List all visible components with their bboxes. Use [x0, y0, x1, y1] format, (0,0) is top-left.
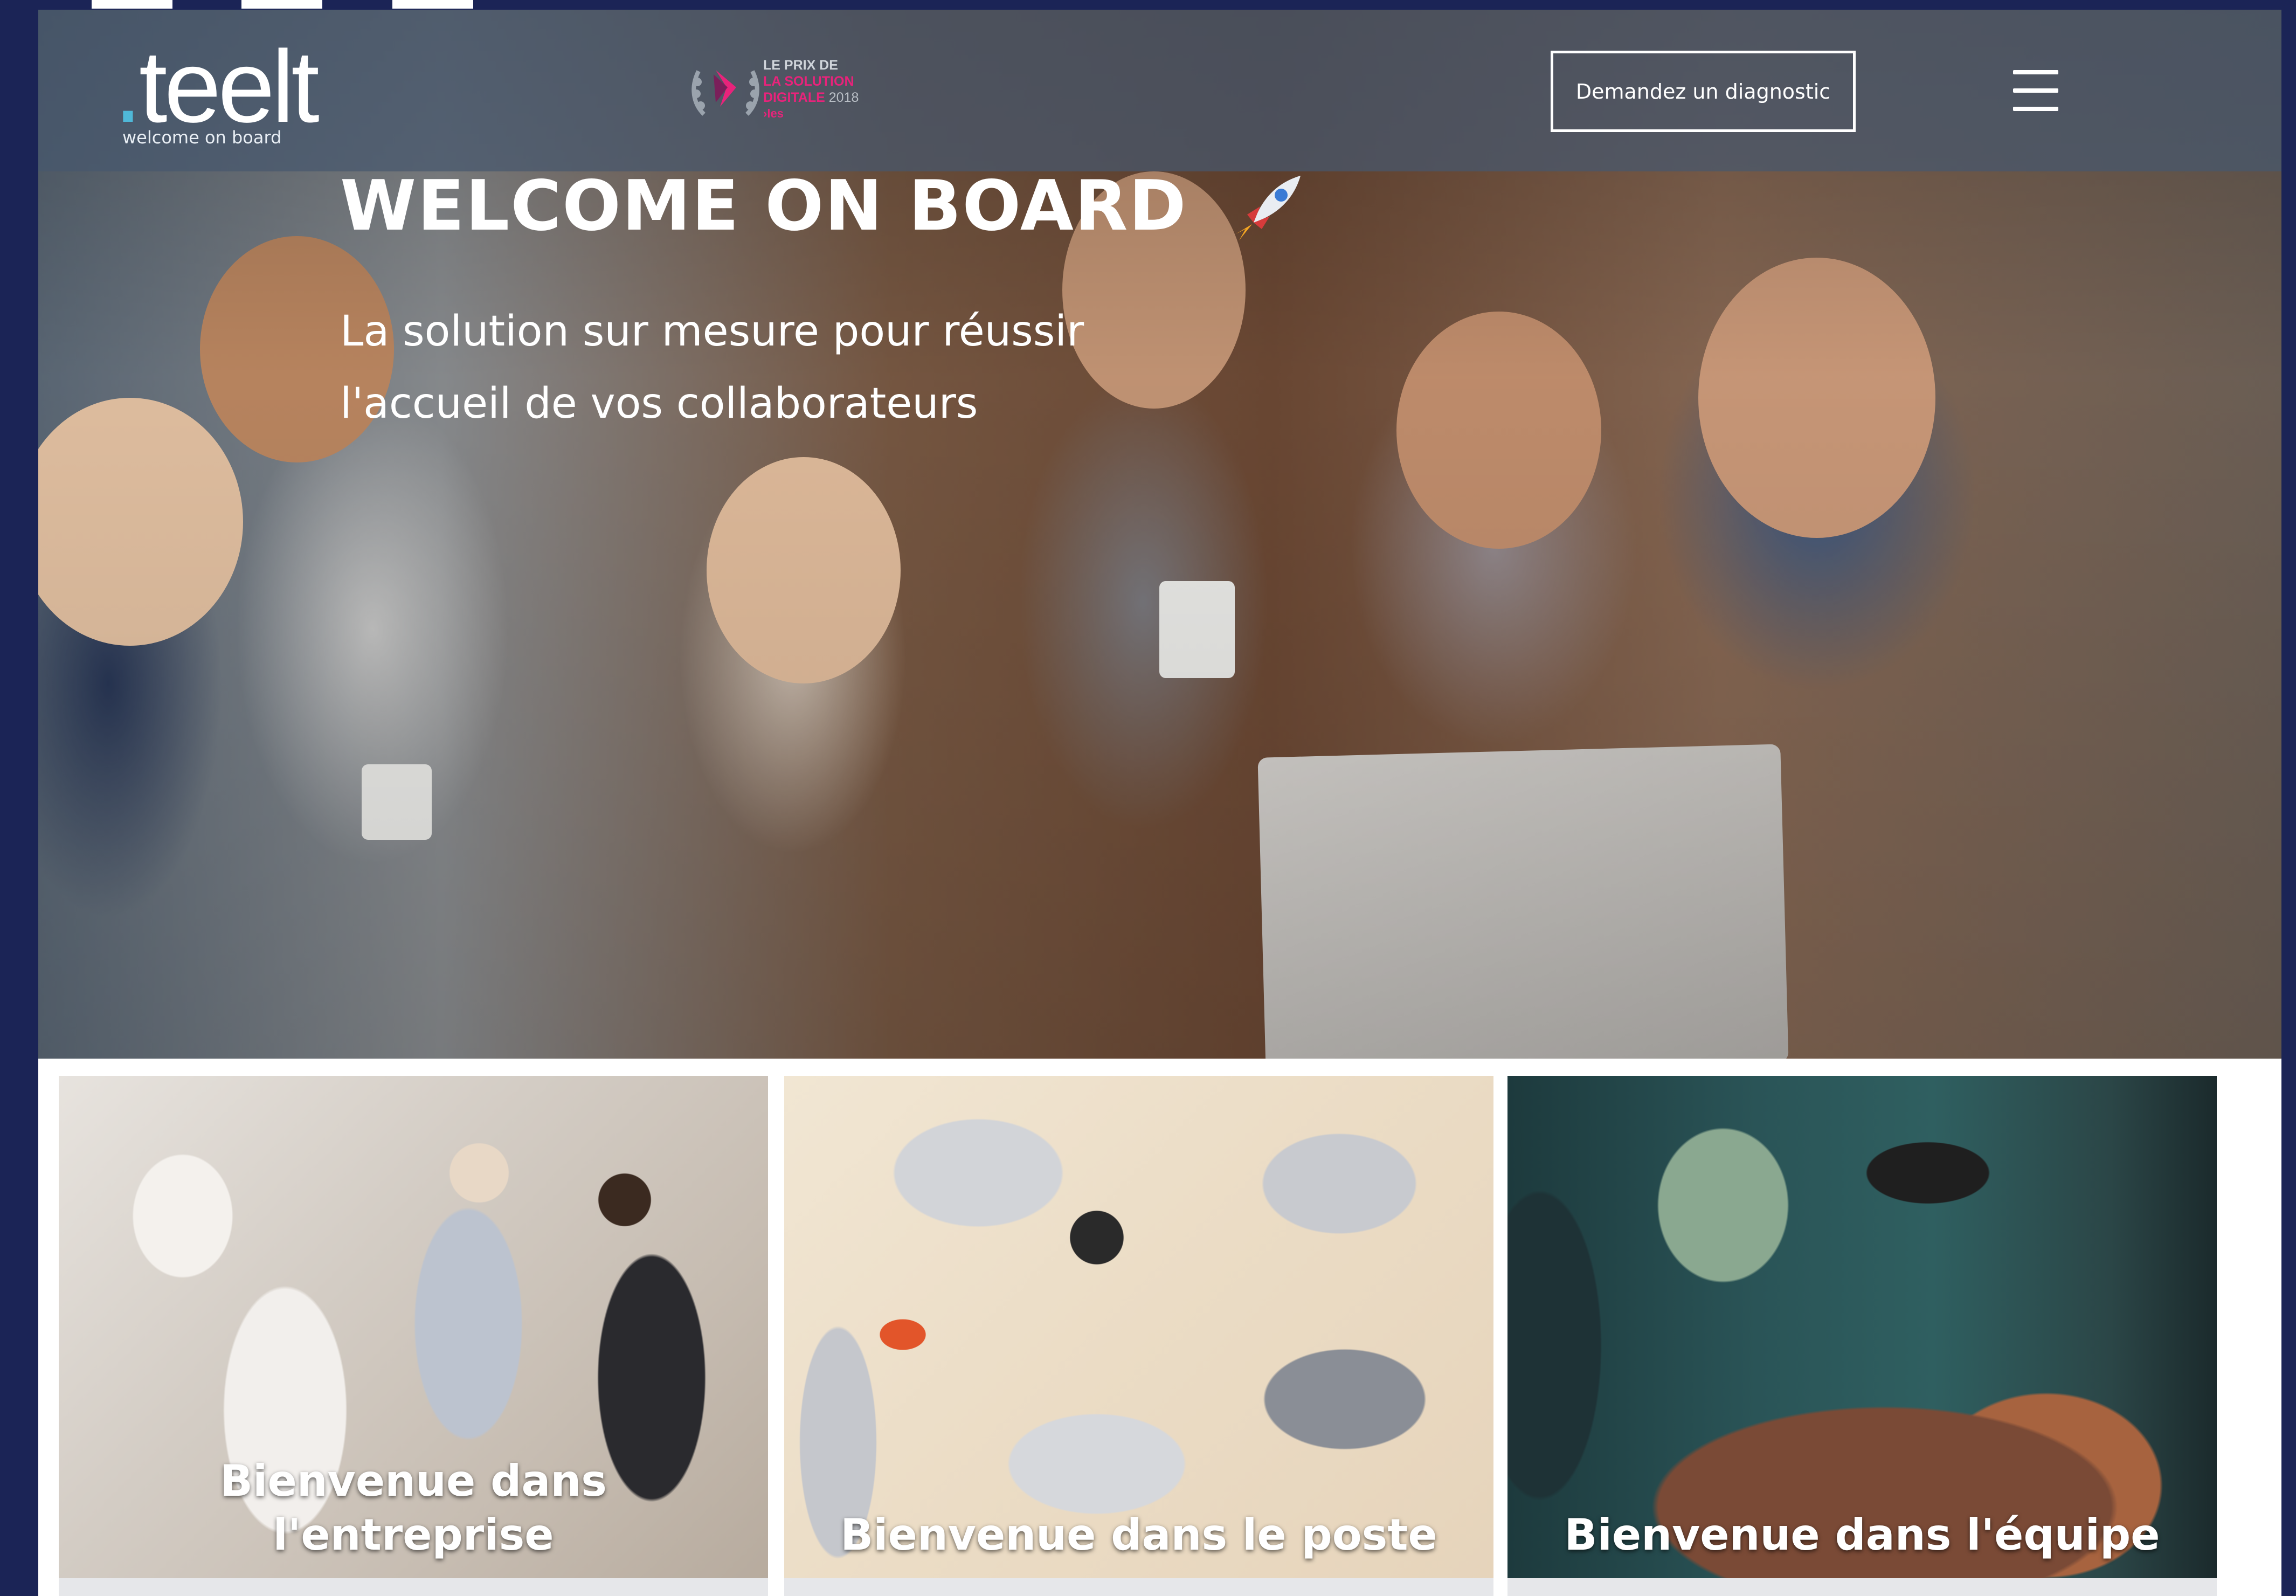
teelt-logo[interactable]: .teelt welcome on board: [114, 36, 320, 154]
card-photo-desk-laptops: [784, 1076, 1493, 1578]
hero-title: WELCOME ON BOARD: [340, 166, 1187, 246]
top-frame-edge: [0, 0, 2296, 10]
card-footer-strip: [784, 1578, 1493, 1596]
award-badge: LE PRIX DE LA SOLUTION DIGITALE 2018 ›le…: [682, 53, 898, 139]
welcome-cards: Bienvenue dans l'entreprise Bienvenue da…: [38, 1059, 2281, 1596]
hero-subtitle: La solution sur mesure pour réussir l'ac…: [340, 307, 1084, 428]
demand-diagnostic-button[interactable]: Demandez un diagnostic: [1551, 51, 1856, 132]
logo-wordmark: .teelt: [114, 30, 320, 144]
award-text: LE PRIX DE LA SOLUTION DIGITALE 2018 ›le…: [763, 58, 859, 120]
laurel-trophy-icon: [691, 70, 759, 116]
card-title: Bienvenue dans l'équipe: [1564, 1510, 2160, 1560]
card-bienvenue-equipe[interactable]: Bienvenue dans l'équipe: [1507, 1076, 2217, 1578]
card-bienvenue-entreprise[interactable]: Bienvenue dans l'entreprise: [59, 1076, 768, 1578]
card-title: Bienvenue dans l'entreprise: [220, 1456, 607, 1560]
hamburger-menu-icon[interactable]: [2013, 70, 2058, 111]
card-footer-strip: [59, 1578, 768, 1596]
frame-tab-marker: [392, 0, 473, 9]
card-footer-strip: [1507, 1578, 2217, 1596]
site-header: .teelt welcome on board LE PRIX DE LA SO…: [38, 10, 2281, 171]
hero-banner: .teelt welcome on board LE PRIX DE LA SO…: [38, 10, 2281, 1059]
web-page: .teelt welcome on board LE PRIX DE LA SO…: [38, 10, 2281, 1596]
card-title: Bienvenue dans le poste: [840, 1510, 1437, 1560]
card-photo-team-dinner: [1507, 1076, 2217, 1578]
frame-tab-marker: [92, 0, 172, 9]
logo-tagline: welcome on board: [122, 127, 282, 148]
frame-tab-marker: [241, 0, 322, 9]
card-bienvenue-poste[interactable]: Bienvenue dans le poste: [784, 1076, 1493, 1578]
rocket-icon: [1236, 176, 1301, 240]
